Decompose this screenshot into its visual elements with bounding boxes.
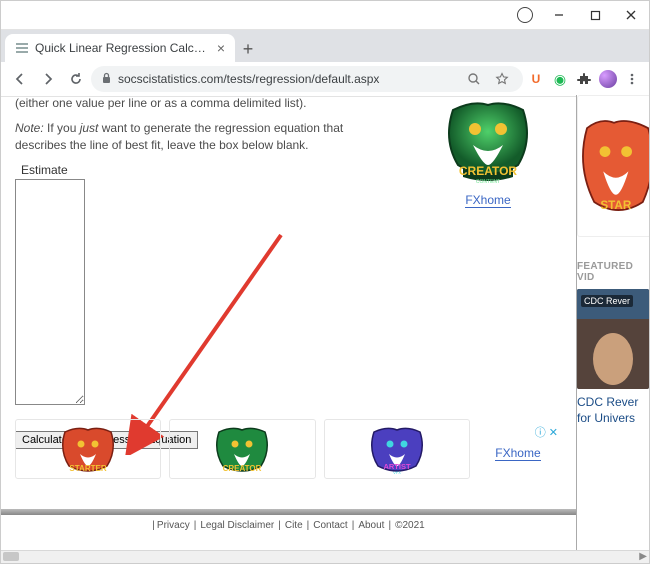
- arrow-left-icon: [12, 71, 28, 87]
- window-maximize-button[interactable]: [577, 1, 613, 29]
- svg-text:CREATOR: CREATOR: [459, 164, 518, 178]
- fxhome-link[interactable]: FXhome: [465, 193, 510, 208]
- side-ad-card[interactable]: STAR: [577, 95, 649, 237]
- extension-green-icon[interactable]: ◉: [549, 68, 571, 90]
- bookmark-star-button[interactable]: [491, 68, 513, 90]
- extension-u-icon[interactable]: U: [525, 68, 547, 90]
- svg-text:CREATOR: CREATOR: [223, 464, 262, 473]
- browser-tab[interactable]: Quick Linear Regression Calculat ×: [5, 34, 235, 62]
- video-thumb-tag: CDC Rever: [581, 295, 633, 307]
- star-icon: [495, 72, 509, 86]
- footer-links: | Privacy | Legal Disclaimer | Cite | Co…: [1, 515, 576, 535]
- record-indicator-icon: [517, 7, 533, 23]
- fxhome-row-link[interactable]: FXhome: [495, 446, 540, 461]
- svg-text:STAR: STAR: [600, 199, 632, 212]
- tab-favicon-icon: [15, 41, 29, 55]
- ad-card-creator[interactable]: CREATOR: [169, 419, 315, 479]
- horizontal-scrollbar[interactable]: ▶: [1, 550, 649, 563]
- profile-avatar[interactable]: [597, 68, 619, 90]
- note-text: Note: If you just want to generate the r…: [15, 120, 385, 154]
- tab-title: Quick Linear Regression Calculat: [35, 41, 211, 55]
- avatar-icon: [599, 70, 617, 88]
- ad-mascot-creator[interactable]: CREATOR CONTENT: [433, 95, 543, 185]
- window-minimize-button[interactable]: [541, 1, 577, 29]
- featured-video-thumb[interactable]: CDC Rever: [577, 289, 649, 389]
- estimate-textarea[interactable]: [15, 179, 85, 405]
- back-button[interactable]: [7, 66, 33, 92]
- maximize-icon: [590, 10, 601, 21]
- minimize-icon: [553, 9, 565, 21]
- scrollbar-thumb[interactable]: [3, 552, 19, 561]
- mascot-artist-icon: ARTIST VFX: [362, 424, 432, 474]
- ad-info-close[interactable]: ⓘ ✕: [535, 424, 558, 440]
- reload-icon: [68, 71, 84, 87]
- ad-card-artist[interactable]: ARTIST VFX: [324, 419, 470, 479]
- extensions-button[interactable]: [573, 68, 595, 90]
- zoom-search-icon[interactable]: [463, 68, 485, 90]
- mascot-starter-side-icon: STAR: [578, 106, 649, 226]
- footer-legal[interactable]: Legal Disclaimer: [200, 520, 274, 531]
- url-text: socscistatistics.com/tests/regression/de…: [118, 72, 457, 86]
- puzzle-icon: [577, 72, 591, 86]
- lock-icon: [101, 72, 112, 87]
- featured-video-title[interactable]: CDC Reverfor Univers: [577, 395, 649, 426]
- arrow-right-icon: [40, 71, 56, 87]
- scrollbar-right-arrow-icon[interactable]: ▶: [639, 551, 647, 562]
- kebab-icon: [625, 72, 639, 86]
- mascot-starter-icon: STARTER: [53, 424, 123, 474]
- new-tab-button[interactable]: +: [235, 36, 261, 62]
- address-bar[interactable]: socscistatistics.com/tests/regression/de…: [91, 66, 523, 92]
- ad-card-starter[interactable]: STARTER: [15, 419, 161, 479]
- forward-button[interactable]: [35, 66, 61, 92]
- mascot-creator-icon: CREATOR: [207, 424, 277, 474]
- footer-contact[interactable]: Contact: [313, 520, 347, 531]
- reload-button[interactable]: [63, 66, 89, 92]
- svg-text:CONTENT: CONTENT: [476, 179, 500, 185]
- footer-copyright: ©2021: [395, 520, 425, 531]
- footer-cite[interactable]: Cite: [285, 520, 303, 531]
- browser-menu-button[interactable]: [621, 68, 643, 90]
- footer-about[interactable]: About: [358, 520, 384, 531]
- svg-text:VFX: VFX: [393, 470, 401, 474]
- window-close-button[interactable]: [613, 1, 649, 29]
- svg-text:STARTER: STARTER: [70, 464, 107, 473]
- close-icon: [625, 9, 637, 21]
- tab-close-button[interactable]: ×: [217, 40, 225, 56]
- ad-row: STARTER CREATOR: [15, 419, 558, 479]
- featured-label: FEATURED VID: [577, 261, 649, 283]
- footer-privacy[interactable]: Privacy: [157, 520, 190, 531]
